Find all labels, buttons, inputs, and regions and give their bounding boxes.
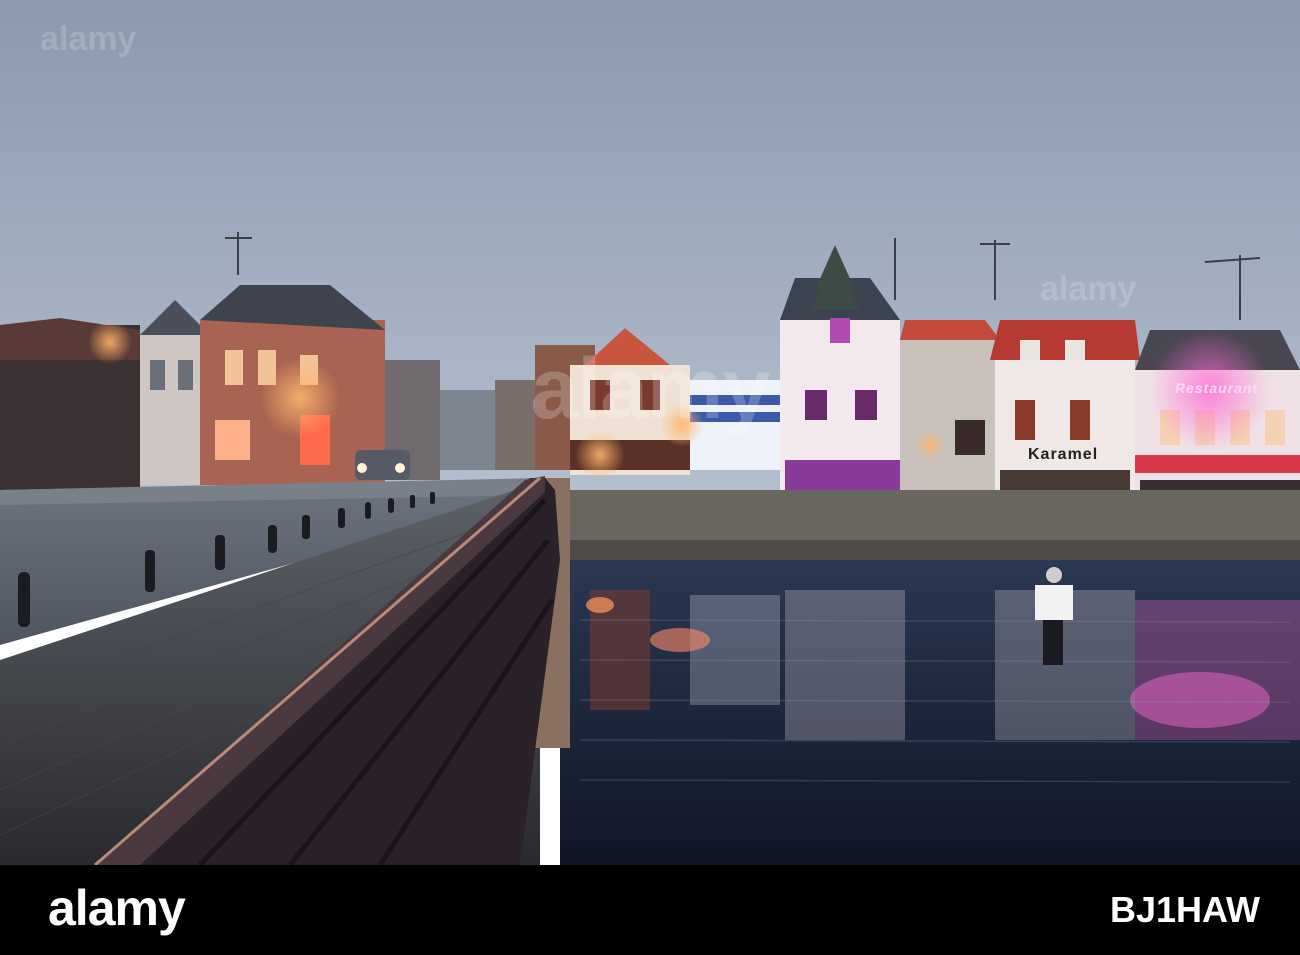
photo-illustration [0, 0, 1300, 865]
photo: Karamel Restaurant alamy alamy alamy [0, 0, 1300, 865]
scene: Karamel Restaurant alamy alamy alamy ala… [0, 0, 1300, 955]
footer-image-id: BJ1HAW [1109, 889, 1260, 930]
footer-brand-logo: alamy [48, 880, 186, 936]
restaurant-sign: Restaurant [1175, 380, 1259, 396]
footer-bar: alamy BJ1HAW [0, 865, 1300, 955]
karamel-sign: Karamel [1028, 446, 1099, 463]
